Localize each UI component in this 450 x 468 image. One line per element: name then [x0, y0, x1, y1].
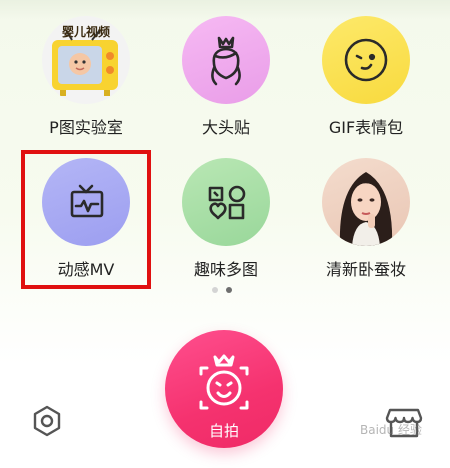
- feature-label: 大头贴: [201, 118, 250, 137]
- face-crown-icon: [182, 16, 270, 104]
- portrait-model-icon: [322, 158, 410, 246]
- feature-gif-stickers[interactable]: GIF表情包: [301, 16, 431, 146]
- page-dot[interactable]: [212, 287, 218, 293]
- feature-label: 清新卧蚕妆: [325, 260, 406, 279]
- highlight-box: [21, 150, 151, 289]
- shapes-collage-icon: [182, 158, 270, 246]
- page-dot-active[interactable]: [226, 287, 232, 293]
- feature-p-lab[interactable]: 婴儿视频 P图实验室: [21, 16, 151, 146]
- feature-photo-sticker[interactable]: 大头贴: [161, 16, 291, 146]
- wink-emoji-icon: [322, 16, 410, 104]
- tv-badge-text: 婴儿视频: [61, 25, 110, 39]
- feature-fresh-makeup[interactable]: 清新卧蚕妆: [301, 158, 431, 288]
- capture-label: 自拍: [208, 422, 239, 440]
- settings-icon[interactable]: [30, 404, 64, 438]
- baby-video-tv-icon: 婴儿视频: [42, 16, 130, 104]
- feature-fun-collage[interactable]: 趣味多图: [161, 158, 291, 288]
- page-indicator: [212, 287, 232, 293]
- feature-label: 趣味多图: [193, 260, 258, 279]
- feature-label: P图实验室: [49, 118, 123, 137]
- selfie-capture-button[interactable]: 自拍: [165, 330, 283, 448]
- feature-label: GIF表情包: [328, 118, 404, 137]
- watermark: Baidu 经验: [360, 423, 422, 437]
